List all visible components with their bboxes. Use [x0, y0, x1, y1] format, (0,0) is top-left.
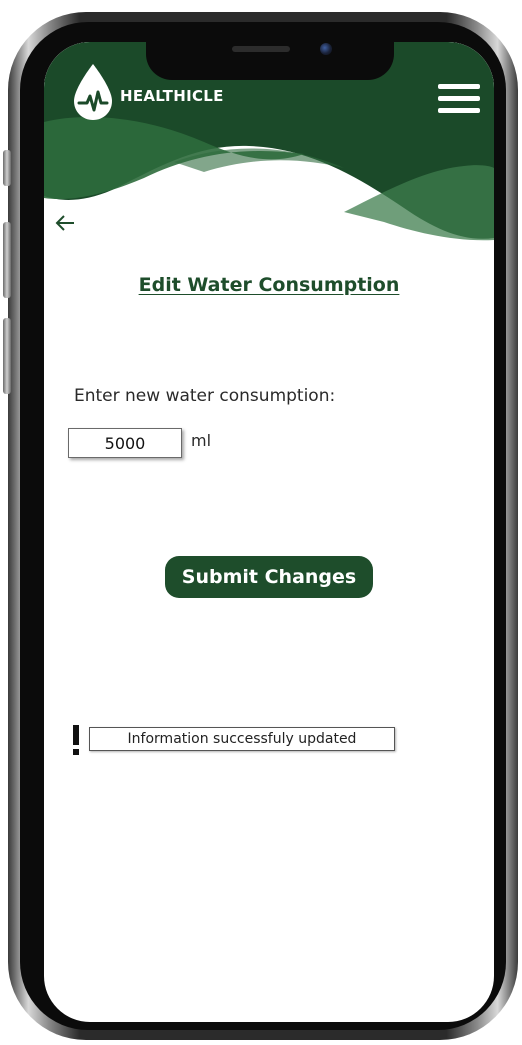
water-consumption-label: Enter new water consumption:	[74, 386, 336, 406]
unit-label: ml	[191, 431, 212, 450]
front-camera	[320, 43, 332, 55]
volume-down-button	[3, 318, 11, 394]
water-drop-heartbeat-icon	[74, 64, 112, 120]
submit-changes-button[interactable]: Submit Changes	[165, 556, 373, 598]
volume-up-button	[3, 222, 11, 298]
arrow-left-icon[interactable]	[52, 210, 78, 236]
water-amount-input[interactable]	[68, 428, 182, 458]
speaker-grille	[232, 46, 290, 52]
status-message: Information successfuly updated	[89, 727, 395, 751]
page-title: Edit Water Consumption	[138, 274, 400, 296]
hamburger-menu-icon[interactable]	[438, 84, 480, 120]
brand-name: HEALTHICLE	[120, 87, 224, 105]
app-screen: HEALTHICLE Edit Water Consumption Enter …	[44, 42, 494, 1022]
phone-notch	[146, 36, 394, 80]
mute-switch	[3, 150, 11, 186]
exclamation-icon	[73, 725, 79, 755]
